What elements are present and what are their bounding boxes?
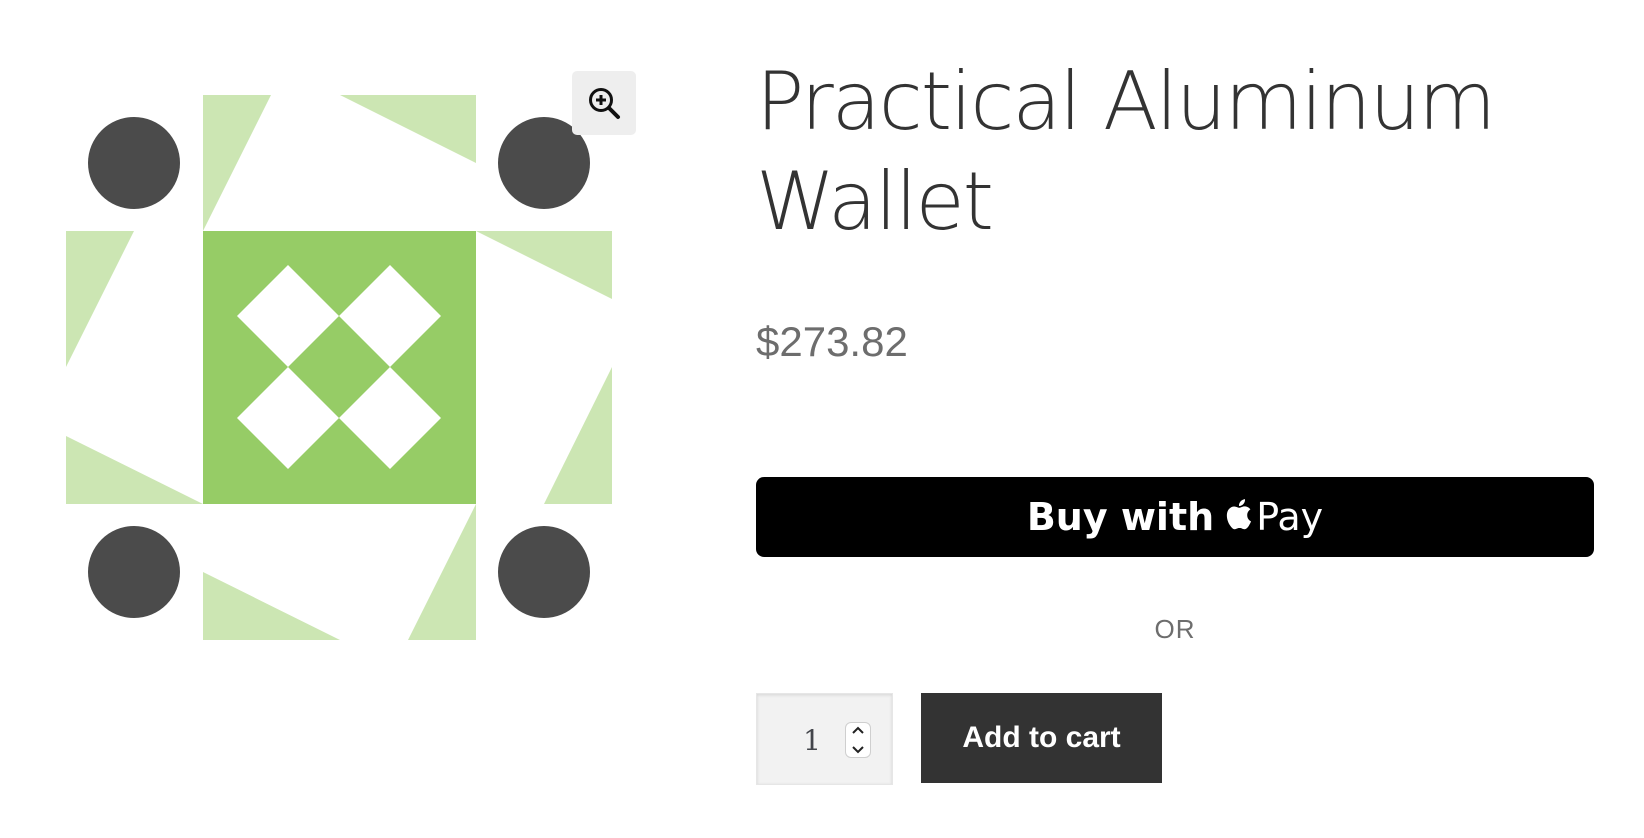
apple-pay-prefix: Buy with bbox=[1026, 495, 1215, 539]
apple-pay-brand: Pay bbox=[1256, 495, 1324, 539]
quantity-stepper[interactable] bbox=[845, 722, 871, 758]
zoom-in-icon bbox=[589, 88, 620, 119]
zoom-button[interactable] bbox=[572, 71, 636, 135]
quantity-input[interactable] bbox=[777, 720, 847, 760]
add-to-cart-button[interactable]: Add to cart bbox=[921, 693, 1162, 783]
chevron-down-icon[interactable] bbox=[851, 745, 865, 755]
apple-logo-icon bbox=[1227, 499, 1252, 530]
product-gallery bbox=[0, 0, 680, 700]
quantity-field[interactable] bbox=[756, 693, 893, 785]
or-separator: OR bbox=[1154, 614, 1196, 644]
product-price: $273.82 bbox=[756, 318, 908, 365]
product-title: Practical Aluminum Wallet bbox=[756, 55, 1496, 248]
apple-pay-mark: Pay bbox=[1224, 495, 1323, 539]
chevron-up-icon[interactable] bbox=[851, 725, 865, 735]
apple-pay-button[interactable]: Buy with Pay bbox=[756, 477, 1594, 557]
